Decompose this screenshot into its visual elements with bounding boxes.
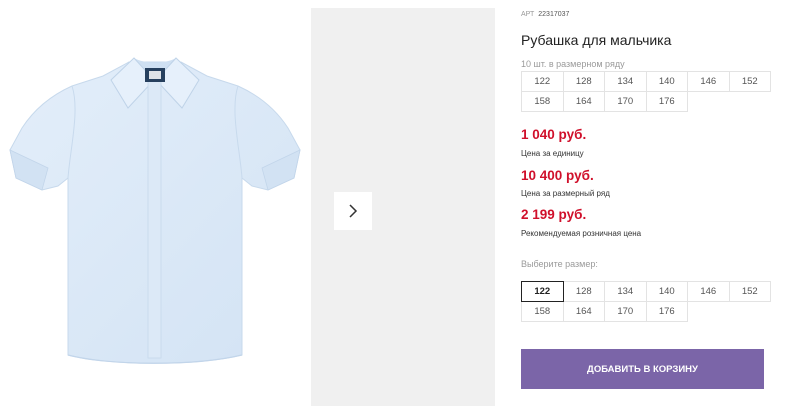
size-option[interactable]: 176 <box>645 301 688 322</box>
product-gallery <box>0 0 495 406</box>
retail-price: 2 199 руб. <box>521 207 587 222</box>
pack-size-cell: 170 <box>604 91 647 112</box>
pack-note: 10 шт. в размерном ряду <box>521 59 625 69</box>
product-info: АРТ 22317037 Рубашка для мальчика 10 шт.… <box>521 0 791 406</box>
pack-size-cell: 140 <box>645 71 688 92</box>
size-option[interactable]: 134 <box>604 281 647 302</box>
product-image[interactable] <box>0 0 310 406</box>
pack-size-cell: 158 <box>521 91 564 112</box>
product-title: Рубашка для мальчика <box>521 32 672 48</box>
article-label: АРТ <box>521 11 535 18</box>
size-select-label: Выберите размер: <box>521 259 598 269</box>
shirt-image <box>9 57 301 364</box>
pack-size-cell: 146 <box>687 71 730 92</box>
unit-price: 1 040 руб. <box>521 127 587 142</box>
size-option-selected[interactable]: 122 <box>521 281 564 302</box>
pack-size-cell: 128 <box>562 71 605 92</box>
unit-price-label: Цена за единицу <box>521 149 584 158</box>
pack-price-label: Цена за размерный ряд <box>521 189 610 198</box>
pack-size-cell: 122 <box>521 71 564 92</box>
size-option[interactable]: 140 <box>645 281 688 302</box>
pack-size-cell: 152 <box>728 71 771 92</box>
size-option[interactable]: 164 <box>562 301 605 322</box>
add-to-cart-button[interactable]: ДОБАВИТЬ В КОРЗИНУ <box>521 349 764 389</box>
retail-price-label: Рекомендуемая розничная цена <box>521 229 642 238</box>
chevron-right-icon <box>349 204 358 218</box>
pack-price: 10 400 руб. <box>521 168 594 183</box>
size-option[interactable]: 158 <box>521 301 564 322</box>
pack-size-cell: 176 <box>645 91 688 112</box>
size-option[interactable]: 146 <box>687 281 730 302</box>
pack-size-grid: 122 128 134 140 146 152 158 164 170 176 <box>521 71 771 112</box>
pack-size-cell: 164 <box>562 91 605 112</box>
size-option[interactable]: 152 <box>728 281 771 302</box>
size-option[interactable]: 170 <box>604 301 647 322</box>
size-selector: 122 128 134 140 146 152 158 164 170 176 <box>521 281 771 322</box>
next-image-button[interactable] <box>334 192 372 230</box>
size-option[interactable]: 128 <box>562 281 605 302</box>
article-value: 22317037 <box>538 11 570 18</box>
pack-size-cell: 134 <box>604 71 647 92</box>
article-number: АРТ 22317037 <box>521 11 569 18</box>
